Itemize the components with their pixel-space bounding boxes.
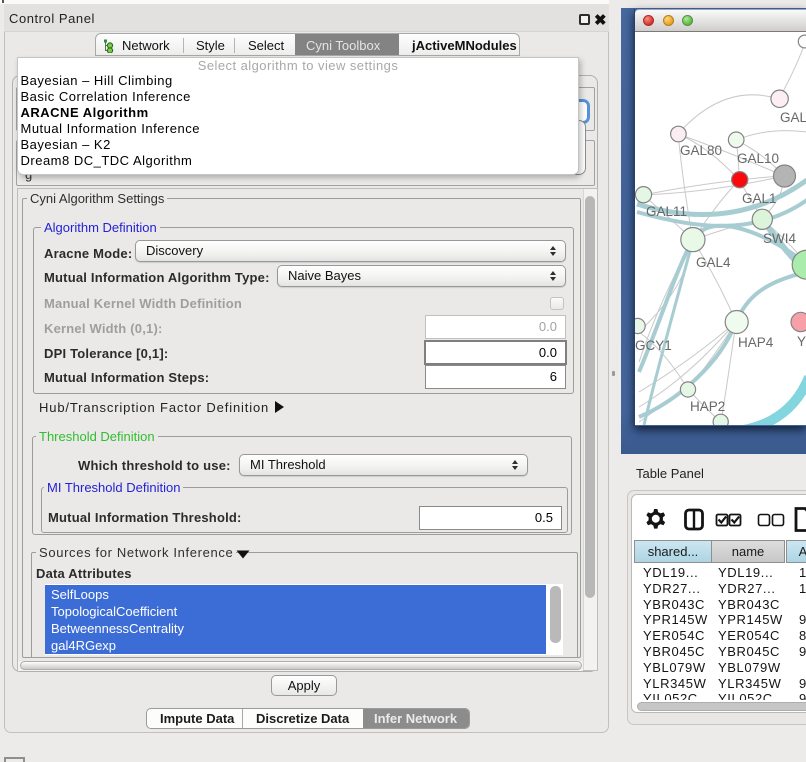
svg-text:GAL1: GAL1	[742, 191, 777, 206]
svg-text:GAL4: GAL4	[696, 255, 731, 270]
svg-text:GAL11: GAL11	[646, 204, 687, 219]
svg-text:Y: Y	[797, 334, 806, 349]
svg-text:HAP4: HAP4	[738, 335, 774, 350]
svg-text:GCY1: GCY1	[635, 338, 672, 353]
svg-text:GAL80: GAL80	[680, 143, 722, 158]
svg-text:GAL2: GAL2	[780, 110, 806, 125]
svg-text:HAP2: HAP2	[690, 399, 725, 414]
svg-text:GAL10: GAL10	[737, 151, 779, 166]
svg-text:SWI4: SWI4	[763, 231, 796, 246]
